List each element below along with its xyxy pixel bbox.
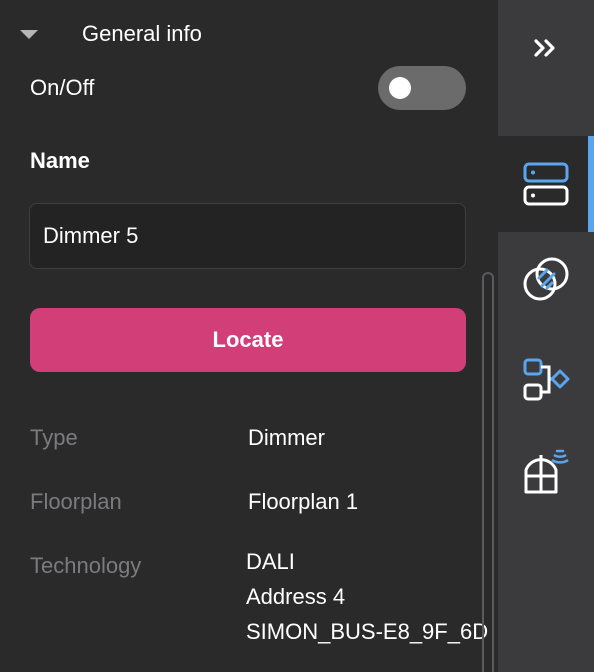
sidebar-item-sensors[interactable]	[498, 432, 594, 512]
onoff-label: On/Off	[30, 75, 95, 100]
floorplan-key: Floorplan	[30, 489, 122, 514]
general-info-header[interactable]: General info	[20, 18, 202, 50]
toggle-knob	[389, 77, 411, 99]
locate-button[interactable]: Locate	[30, 308, 466, 372]
technology-values: DALI Address 4 SIMON_BUS-E8_9F_6D	[246, 544, 488, 649]
type-value: Dimmer	[248, 425, 325, 450]
name-label: Name	[30, 148, 90, 173]
section-title: General info	[82, 21, 202, 46]
technology-line: SIMON_BUS-E8_9F_6D	[246, 619, 489, 644]
onoff-row: On/Off	[30, 66, 466, 110]
sidebar-item-groups[interactable]	[498, 240, 594, 320]
sidebar-item-flows[interactable]	[498, 340, 594, 420]
server-icon	[523, 162, 569, 206]
type-key: Type	[30, 425, 78, 450]
floorplan-value: Floorplan 1	[248, 489, 359, 514]
double-chevron-right-icon	[534, 39, 555, 57]
general-info-panel: General info On/Off Name Locate Type Dim…	[0, 0, 498, 672]
name-input[interactable]	[29, 203, 466, 269]
onoff-toggle[interactable]	[378, 66, 466, 110]
technology-line: Address 4	[246, 584, 346, 609]
technology-line: DALI	[246, 549, 295, 574]
scrollbar[interactable]	[482, 272, 494, 672]
flow-diagram-icon	[523, 358, 570, 401]
sidebar	[498, 0, 594, 672]
overlapping-circles-icon	[523, 257, 569, 301]
technology-key: Technology	[30, 553, 142, 578]
expand-sidebar-button[interactable]	[498, 0, 594, 96]
caret-down-icon[interactable]	[20, 29, 38, 39]
active-indicator	[588, 136, 594, 232]
sidebar-item-devices[interactable]	[498, 136, 594, 232]
window-sensor-icon	[524, 449, 569, 494]
